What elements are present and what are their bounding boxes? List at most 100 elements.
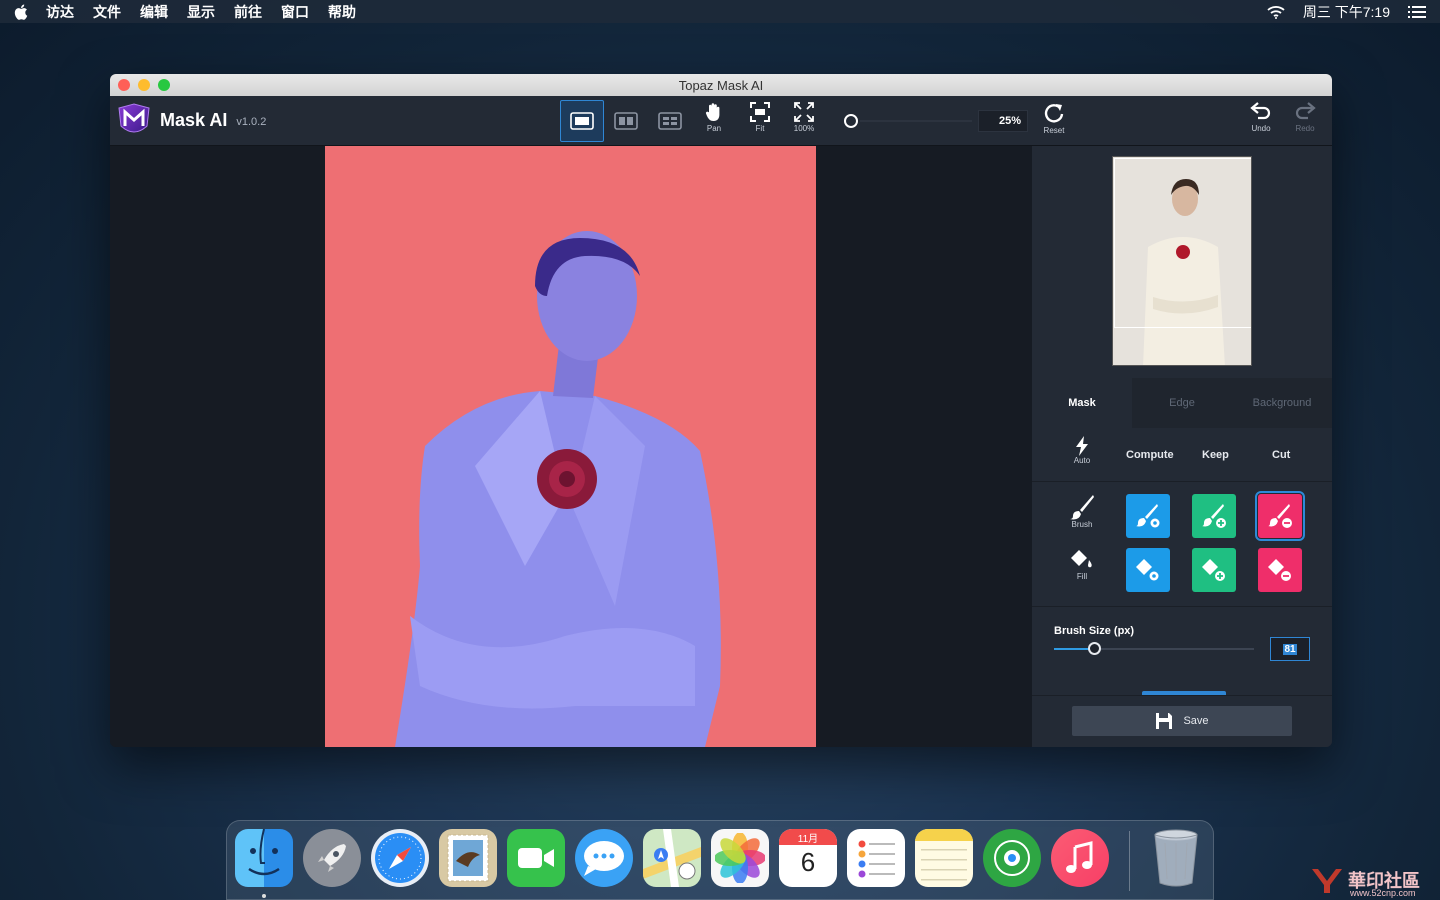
control-center-icon[interactable] (1408, 5, 1426, 18)
dock-separator (1129, 831, 1130, 891)
split-view-button[interactable] (604, 100, 648, 142)
calendar-month: 11月 (779, 829, 837, 845)
maximize-window-button[interactable] (158, 79, 170, 91)
watermark-url: www.52cnp.com (1350, 888, 1416, 898)
expand-icon (794, 102, 814, 122)
menu-go[interactable]: 前往 (234, 2, 262, 22)
zoom-slider-track[interactable] (860, 120, 972, 122)
panel-tabs: Mask Edge Background (1032, 378, 1332, 428)
side-by-side-view-button[interactable] (648, 100, 692, 142)
brush-size-label: Brush Size (px) (1054, 625, 1135, 637)
dock-facetime[interactable] (507, 829, 565, 887)
dock-launchpad[interactable] (303, 829, 361, 887)
compute-fill-button[interactable] (1126, 548, 1170, 592)
dock-notes[interactable] (915, 829, 973, 887)
auto-label: Auto (1073, 456, 1091, 465)
dock-safari[interactable] (371, 829, 429, 887)
app-version: v1.0.2 (236, 116, 267, 128)
dock-calendar[interactable]: 11月 6 (779, 829, 837, 887)
redo-button[interactable]: Redo (1283, 102, 1327, 142)
single-view-icon (570, 112, 594, 130)
dock-photos[interactable] (711, 829, 769, 887)
menu-window[interactable]: 窗口 (281, 2, 309, 22)
cut-brush-button[interactable] (1255, 491, 1305, 541)
canvas-area[interactable] (110, 146, 1032, 747)
menu-help[interactable]: 帮助 (328, 2, 356, 22)
dock-messages[interactable] (575, 829, 633, 887)
compute-brush-button[interactable] (1126, 494, 1170, 538)
masked-photo[interactable] (325, 146, 816, 747)
menubar-clock[interactable]: 周三 下午7:19 (1303, 2, 1390, 22)
actual-size-button[interactable]: 100% (782, 102, 826, 142)
menu-finder[interactable]: 访达 (46, 2, 74, 22)
viewport-selection[interactable] (1114, 158, 1251, 328)
fit-screen-icon (750, 102, 770, 122)
save-label: Save (1183, 715, 1209, 727)
tab-mask[interactable]: Mask (1032, 378, 1132, 428)
zoom-level-field[interactable]: 25% (978, 110, 1028, 132)
window-title: Topaz Mask AI (678, 77, 764, 93)
paint-bucket-icon (1071, 550, 1092, 568)
dock-music[interactable] (1051, 829, 1109, 887)
hand-icon (705, 103, 720, 121)
corner-watermark: 華印社區 www.52cnp.com (1310, 860, 1440, 900)
zoom-slider-knob[interactable] (844, 114, 858, 128)
menu-edit[interactable]: 编辑 (140, 2, 168, 22)
minimize-window-button[interactable] (138, 79, 150, 91)
keep-brush-button[interactable] (1192, 494, 1236, 538)
finder-running-dot (262, 894, 266, 898)
keep-fill-button[interactable] (1192, 548, 1236, 592)
brush-plus-icon (1202, 504, 1226, 528)
fill-label: Fill (1076, 572, 1088, 581)
calendar-day: 6 (800, 847, 816, 877)
dock-mail[interactable] (439, 829, 497, 887)
tab-edge[interactable]: Edge (1132, 378, 1232, 428)
keep-label[interactable]: Keep (1202, 449, 1229, 461)
right-panel: Mask Edge Background Auto Compute Keep C… (1032, 146, 1332, 747)
subject-figure (395, 231, 721, 747)
tab-background[interactable]: Background (1232, 378, 1332, 428)
cut-fill-button[interactable] (1258, 548, 1302, 592)
bucket-plus-icon (1202, 559, 1225, 581)
bucket-minus-icon (1268, 559, 1291, 581)
brush-size-slider[interactable] (1054, 642, 1254, 655)
single-view-button[interactable] (560, 100, 604, 142)
find-my-icon (994, 840, 1030, 876)
navigator-thumbnail[interactable] (1112, 156, 1252, 366)
dock-finder[interactable] (235, 829, 293, 887)
reset-label: Reset (1043, 126, 1065, 135)
compass-icon (375, 833, 425, 883)
undo-button[interactable]: Undo (1239, 102, 1283, 142)
music-note-icon (1066, 841, 1093, 873)
auto-button[interactable]: Auto (1062, 436, 1102, 465)
cut-label[interactable]: Cut (1272, 449, 1290, 461)
close-window-button[interactable] (118, 79, 130, 91)
compute-label[interactable]: Compute (1126, 449, 1174, 461)
dock-reminders[interactable] (847, 829, 905, 887)
fill-tool-button[interactable]: Fill (1062, 548, 1102, 581)
title-bar[interactable]: Topaz Mask AI (110, 74, 1332, 96)
finder-icon (248, 829, 280, 876)
menu-file[interactable]: 文件 (93, 2, 121, 22)
rocket-icon (318, 844, 346, 872)
dock-trash[interactable] (1147, 829, 1205, 887)
save-button[interactable]: Save (1072, 706, 1292, 736)
brush-tool-button[interactable]: Brush (1062, 494, 1102, 529)
apple-icon[interactable] (14, 4, 28, 20)
fit-button[interactable]: Fit (738, 102, 782, 142)
undo-icon (1250, 102, 1271, 120)
brush-icon (1070, 495, 1094, 520)
brush-size-slider-knob[interactable] (1088, 642, 1101, 655)
dock-maps[interactable] (643, 829, 701, 887)
brush-size-value: 81 (1283, 643, 1297, 655)
wifi-icon[interactable] (1267, 5, 1285, 19)
pan-tool-button[interactable]: Pan (692, 102, 736, 142)
trash-icon (1154, 829, 1198, 887)
reset-button[interactable]: Reset (1032, 102, 1076, 142)
brush-size-input[interactable]: 81 (1270, 637, 1310, 661)
bucket-gear-icon (1136, 559, 1159, 581)
menu-view[interactable]: 显示 (187, 2, 215, 22)
brush-fill-tools: Brush Fill (1032, 482, 1332, 607)
dock-find-my[interactable] (983, 829, 1041, 887)
fit-label: Fit (755, 124, 765, 133)
